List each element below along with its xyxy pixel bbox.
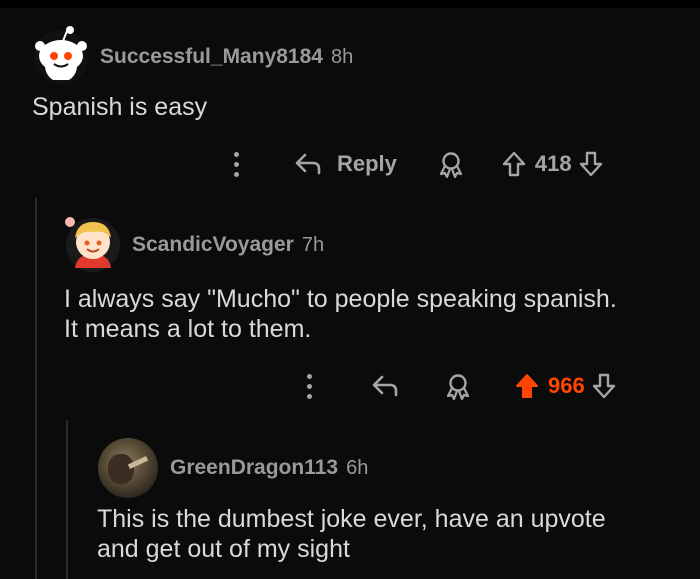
- comment-username[interactable]: ScandicVoyager: [132, 233, 294, 257]
- more-options-button[interactable]: [298, 373, 320, 399]
- comment-username[interactable]: GreenDragon113: [170, 456, 338, 480]
- vote-count: 966: [548, 373, 585, 398]
- comment-header: GreenDragon113 6h: [98, 438, 368, 498]
- upvote-button-active[interactable]: [514, 372, 540, 400]
- thread-line-level-1[interactable]: [35, 198, 37, 579]
- award-button[interactable]: [437, 150, 465, 178]
- comment-timestamp: 7h: [301, 233, 325, 256]
- comment-timestamp: 6h: [346, 456, 369, 479]
- comment-actions: Reply 418: [225, 150, 604, 178]
- downvote-arrow-icon: [592, 373, 615, 399]
- reply-button[interactable]: Reply: [293, 151, 397, 177]
- comment-body-line: It means a lot to them.: [64, 315, 312, 343]
- comment-actions: 966: [298, 372, 617, 400]
- reply-button[interactable]: [370, 373, 400, 399]
- more-options-button[interactable]: [225, 151, 247, 177]
- upvote-arrow-icon: [502, 151, 526, 177]
- reply-icon: [295, 153, 321, 175]
- comment-timestamp: 8h: [330, 45, 354, 68]
- comment-username[interactable]: Successful_Many8184: [100, 45, 323, 69]
- reply-icon: [372, 375, 398, 397]
- comment-body-line: This is the dumbest joke ever, have an u…: [97, 505, 606, 533]
- top-status-bar: [0, 0, 700, 8]
- award-icon: [439, 152, 463, 178]
- award-button[interactable]: [444, 372, 472, 400]
- comment-header: Successful_Many8184 8h: [34, 26, 354, 84]
- downvote-arrow-icon: [579, 151, 602, 177]
- thread-line-level-2[interactable]: [66, 420, 68, 579]
- comment-header: ScandicVoyager 7h: [65, 217, 325, 272]
- snoo-default-avatar-icon[interactable]: [34, 26, 88, 84]
- upvote-button[interactable]: [501, 150, 527, 178]
- snoo-blonde-avatar-icon[interactable]: [65, 217, 120, 272]
- reply-label: Reply: [337, 151, 397, 176]
- photo-avatar-icon[interactable]: [98, 438, 158, 498]
- comment-body: This is the dumbest joke ever, have an u…: [97, 504, 606, 564]
- upvote-arrow-filled-icon: [516, 374, 538, 398]
- comment-body-line: I always say "Mucho" to people speaking …: [64, 285, 617, 313]
- vote-count: 418: [534, 151, 572, 176]
- comment-body: Spanish is easy: [32, 93, 208, 121]
- downvote-button[interactable]: [591, 372, 617, 400]
- comment-body: I always say "Mucho" to people speaking …: [64, 284, 617, 344]
- award-icon: [446, 374, 470, 400]
- comment-body-line: and get out of my sight: [97, 535, 350, 563]
- downvote-button[interactable]: [578, 150, 604, 178]
